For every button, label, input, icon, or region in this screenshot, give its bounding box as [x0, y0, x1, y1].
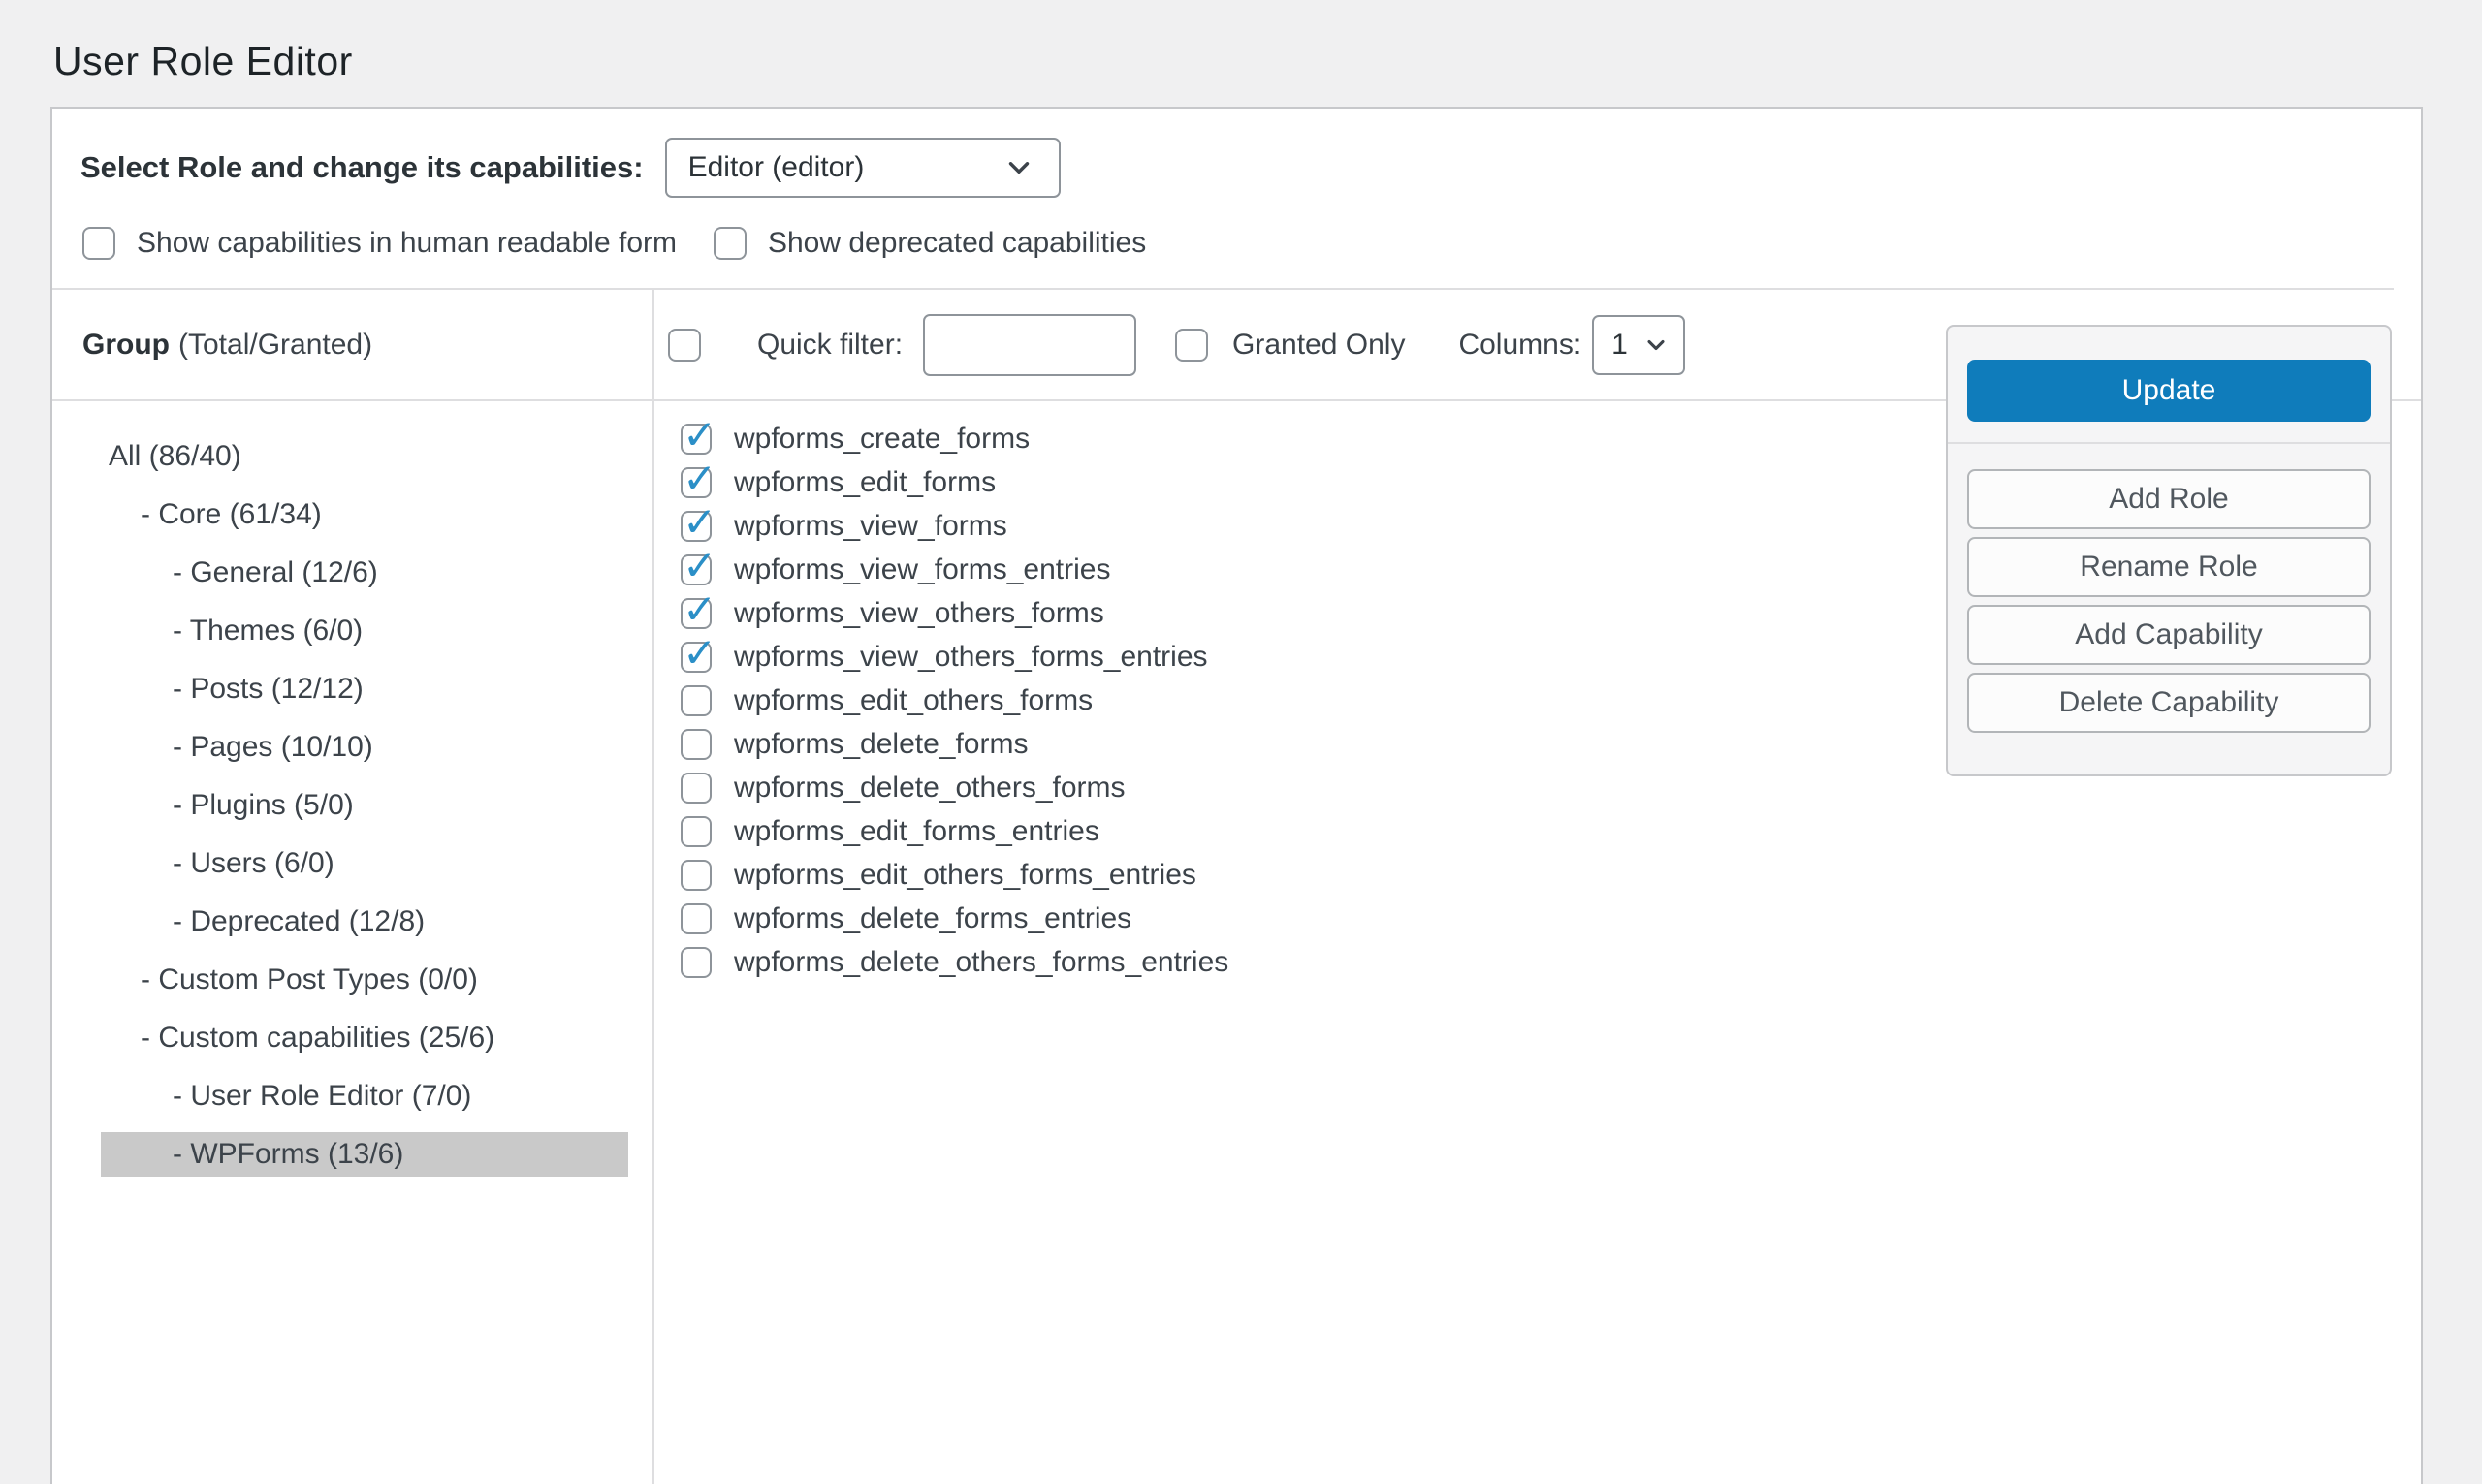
chevron-down-icon: [1002, 151, 1035, 184]
group-header-subtitle: (Total/Granted): [178, 329, 372, 362]
columns-label: Columns:: [1458, 329, 1581, 362]
capability-label: wpforms_delete_others_forms_entries: [734, 946, 1228, 979]
role-select[interactable]: Editor (editor): [665, 138, 1061, 198]
group-tree-item[interactable]: - Themes (6/0): [52, 602, 652, 660]
capability-checkbox[interactable]: [681, 642, 712, 673]
capability-label: wpforms_view_others_forms_entries: [734, 641, 1208, 674]
group-tree-item[interactable]: - User Role Editor (7/0): [52, 1067, 652, 1125]
capability-label: wpforms_delete_forms: [734, 728, 1028, 761]
capabilities-column: Quick filter: Granted Only Columns: 1 wp…: [654, 290, 2421, 1484]
group-tree-item[interactable]: - General (12/6): [52, 544, 652, 602]
capability-label: wpforms_edit_forms: [734, 466, 996, 499]
secondary-action-button[interactable]: Rename Role: [1967, 537, 2371, 597]
capability-label: wpforms_delete_forms_entries: [734, 902, 1131, 935]
secondary-action-button[interactable]: Add Capability: [1967, 605, 2371, 665]
group-tree-item[interactable]: - Core (61/34): [52, 486, 652, 544]
capability-label: wpforms_edit_others_forms: [734, 684, 1093, 717]
group-tree-item[interactable]: - Custom Post Types (0/0): [52, 951, 652, 1009]
capability-label: wpforms_create_forms: [734, 423, 1030, 456]
group-tree-item[interactable]: - Custom capabilities (25/6): [52, 1009, 652, 1067]
role-selector-label: Select Role and change its capabilities:: [80, 150, 644, 185]
capability-checkbox[interactable]: [681, 511, 712, 542]
toggle-label: Show capabilities in human readable form: [137, 227, 677, 260]
capability-row: wpforms_delete_others_forms_entries: [681, 940, 2421, 984]
capability-checkbox[interactable]: [681, 947, 712, 978]
capability-row: wpforms_edit_forms_entries: [681, 809, 2421, 853]
actions-divider: [1948, 442, 2390, 444]
user-role-editor-panel: Select Role and change its capabilities:…: [50, 107, 2423, 1484]
group-column: Group (Total/Granted) All (86/40)- Core …: [52, 290, 654, 1484]
capability-checkbox[interactable]: [681, 773, 712, 804]
capability-checkbox[interactable]: [681, 598, 712, 629]
toggle-label: Show deprecated capabilities: [768, 227, 1146, 260]
capability-checkbox[interactable]: [681, 860, 712, 891]
toggle-checkbox[interactable]: [82, 227, 115, 260]
display-toggles-row: Show capabilities in human readable form…: [52, 198, 2421, 260]
chevron-down-icon: [1642, 332, 1670, 359]
columns-select-value: 1: [1611, 329, 1628, 362]
granted-only-label: Granted Only: [1232, 329, 1405, 362]
update-button[interactable]: Update: [1967, 360, 2371, 422]
capability-label: wpforms_edit_forms_entries: [734, 815, 1099, 848]
secondary-action-button[interactable]: Delete Capability: [1967, 673, 2371, 733]
columns-select[interactable]: 1: [1592, 315, 1685, 375]
actions-panel: Update Add Role Rename Role Add Capability…: [1946, 325, 2392, 776]
group-tree-item[interactable]: - Deprecated (12/8): [52, 893, 652, 951]
group-tree-item[interactable]: - Users (6/0): [52, 835, 652, 893]
secondary-action-button[interactable]: Add Role: [1967, 469, 2371, 529]
group-tree-item[interactable]: - Plugins (5/0): [52, 776, 652, 835]
toggle-checkbox[interactable]: [714, 227, 747, 260]
capability-checkbox[interactable]: [681, 554, 712, 585]
capability-checkbox[interactable]: [681, 685, 712, 716]
quick-filter-label: Quick filter:: [757, 329, 903, 362]
capability-label: wpforms_view_forms: [734, 510, 1007, 543]
capability-checkbox[interactable]: [681, 424, 712, 455]
role-select-value: Editor (editor): [688, 151, 865, 184]
capability-checkbox[interactable]: [681, 816, 712, 847]
capability-checkbox[interactable]: [681, 903, 712, 934]
capability-row: wpforms_delete_forms_entries: [681, 897, 2421, 940]
capability-checkbox[interactable]: [681, 729, 712, 760]
granted-only-checkbox[interactable]: [1175, 329, 1208, 362]
capability-row: wpforms_edit_others_forms_entries: [681, 853, 2421, 897]
capability-label: wpforms_delete_others_forms: [734, 772, 1126, 805]
capability-label: wpforms_edit_others_forms_entries: [734, 859, 1196, 892]
page-title: User Role Editor: [53, 39, 2482, 84]
group-tree-item[interactable]: - Pages (10/10): [52, 718, 652, 776]
select-all-checkbox[interactable]: [668, 329, 701, 362]
capability-checkbox[interactable]: [681, 467, 712, 498]
group-tree-item[interactable]: - Posts (12/12): [52, 660, 652, 718]
group-tree: All (86/40)- Core (61/34)- General (12/6…: [52, 401, 652, 1177]
role-selector-row: Select Role and change its capabilities:…: [52, 109, 2421, 198]
display-toggle: Show capabilities in human readable form: [82, 227, 698, 260]
group-tree-item[interactable]: - WPForms (13/6): [101, 1132, 628, 1177]
group-header-title: Group: [82, 329, 170, 362]
group-tree-item[interactable]: All (86/40): [52, 427, 652, 486]
display-toggle: Show deprecated capabilities: [714, 227, 1167, 260]
secondary-actions: Add Role Rename Role Add Capability Delete …: [1967, 469, 2371, 733]
capability-label: wpforms_view_forms_entries: [734, 553, 1110, 586]
main-area: Group (Total/Granted) All (86/40)- Core …: [52, 290, 2421, 1484]
capability-label: wpforms_view_others_forms: [734, 597, 1104, 630]
group-header: Group (Total/Granted): [52, 290, 652, 401]
quick-filter-input[interactable]: [923, 314, 1136, 376]
